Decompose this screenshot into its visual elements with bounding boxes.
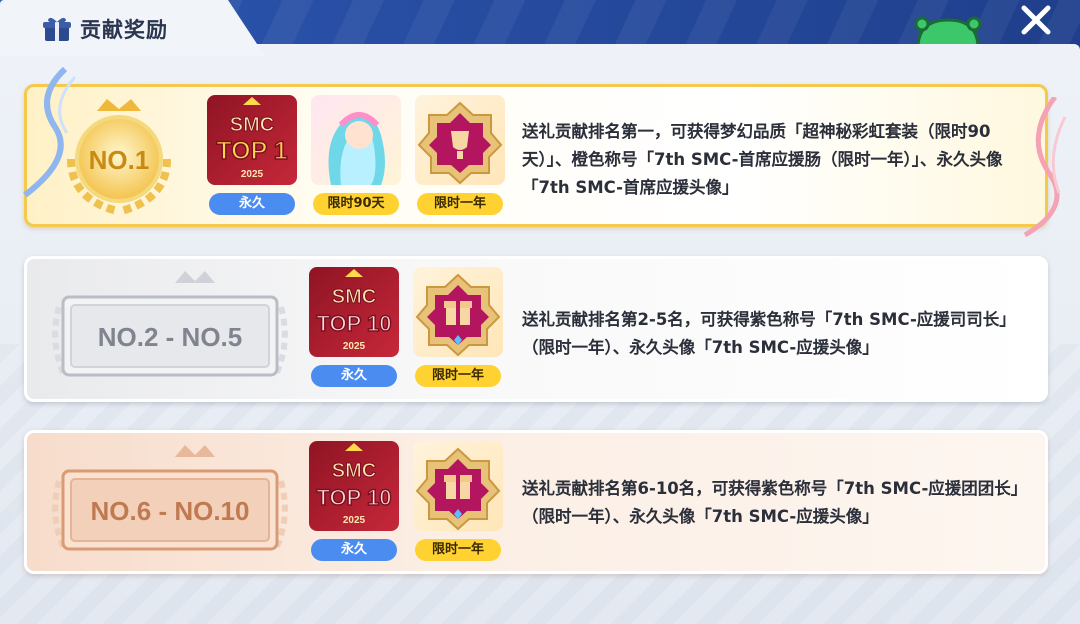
rank-label: NO.2 - NO.5 bbox=[98, 322, 242, 352]
top10-frame-icon: SMC TOP 10 2025 bbox=[309, 441, 399, 531]
reward-description: 送礼贡献排名第一，可获得梦幻品质「超神秘彩虹套装（限时90天）」、橙色称号「7t… bbox=[522, 122, 1003, 197]
top10-frame-icon: SMC TOP 10 2025 bbox=[309, 267, 399, 357]
duration-badge: 永久 bbox=[209, 193, 295, 215]
reward-item-title[interactable]: 限时一年 bbox=[413, 441, 503, 561]
frame-art-title: SMC bbox=[332, 460, 376, 482]
top1-frame-icon: SMC TOP 1 2025 bbox=[207, 95, 297, 185]
rank-medal-gold: NO.1 bbox=[67, 99, 171, 215]
reward-description: 送礼贡献排名第2-5名，可获得紫色称号「7th SMC-应援司司长」（限时一年）… bbox=[522, 310, 1016, 357]
close-icon bbox=[1021, 5, 1051, 35]
reward-card-rank-1: NO.1 SMC TOP 1 2025 永久 限时90天 限时一年 送礼贡献排名… bbox=[23, 67, 1067, 237]
title-badge-icon bbox=[413, 441, 503, 531]
rank-plate-bronze: NO.6 - NO.10 bbox=[52, 445, 288, 553]
frame-art-year: 2025 bbox=[343, 341, 366, 352]
frame-art-year: 2025 bbox=[241, 169, 264, 180]
duration-badge: 限时一年 bbox=[417, 193, 503, 215]
duration-badge: 限时一年 bbox=[415, 539, 501, 561]
title-badge-icon bbox=[413, 267, 503, 357]
duration-badge: 限时一年 bbox=[415, 365, 501, 387]
reward-item-title[interactable]: 限时一年 bbox=[415, 95, 505, 215]
mascot-icon bbox=[914, 16, 982, 48]
gift-icon bbox=[43, 17, 71, 41]
rainbow-outfit-icon bbox=[311, 95, 401, 185]
close-button[interactable] bbox=[1014, 0, 1058, 40]
title-text: 贡献奖励 bbox=[80, 18, 168, 42]
frame-art-rank: TOP 10 bbox=[316, 485, 391, 510]
reward-card-rank-6-10: NO.6 - NO.10 SMC TOP 10 2025 永久 限时一年 送礼贡… bbox=[24, 430, 1048, 574]
frame-art-title: SMC bbox=[332, 286, 376, 308]
page-title: 贡献奖励 bbox=[42, 12, 168, 46]
frame-art-rank: TOP 1 bbox=[216, 137, 287, 165]
frame-art-rank: TOP 10 bbox=[316, 311, 391, 336]
rank-plate-silver: NO.2 - NO.5 bbox=[52, 271, 288, 379]
title-badge-icon bbox=[415, 95, 505, 185]
frame-art-year: 2025 bbox=[343, 515, 366, 526]
reward-item-frame[interactable]: SMC TOP 1 2025 永久 bbox=[207, 95, 297, 215]
reward-item-frame[interactable]: SMC TOP 10 2025 永久 bbox=[309, 267, 399, 387]
rank-label: NO.1 bbox=[89, 145, 150, 175]
reward-description: 送礼贡献排名第6-10名，可获得紫色称号「7th SMC-应援团团长」（限时一年… bbox=[522, 479, 1020, 526]
reward-card-rank-2-5: NO.2 - NO.5 SMC TOP 10 2025 永久 限时一年 送礼贡献… bbox=[24, 256, 1048, 402]
duration-badge: 永久 bbox=[311, 365, 397, 387]
duration-badge: 永久 bbox=[311, 539, 397, 561]
reward-item-frame[interactable]: SMC TOP 10 2025 永久 bbox=[309, 441, 399, 561]
duration-badge: 限时90天 bbox=[313, 193, 399, 215]
reward-item-outfit[interactable]: 限时90天 bbox=[311, 95, 401, 215]
rank-label: NO.6 - NO.10 bbox=[91, 496, 250, 526]
reward-item-title[interactable]: 限时一年 bbox=[413, 267, 503, 387]
frame-art-title: SMC bbox=[230, 114, 274, 136]
